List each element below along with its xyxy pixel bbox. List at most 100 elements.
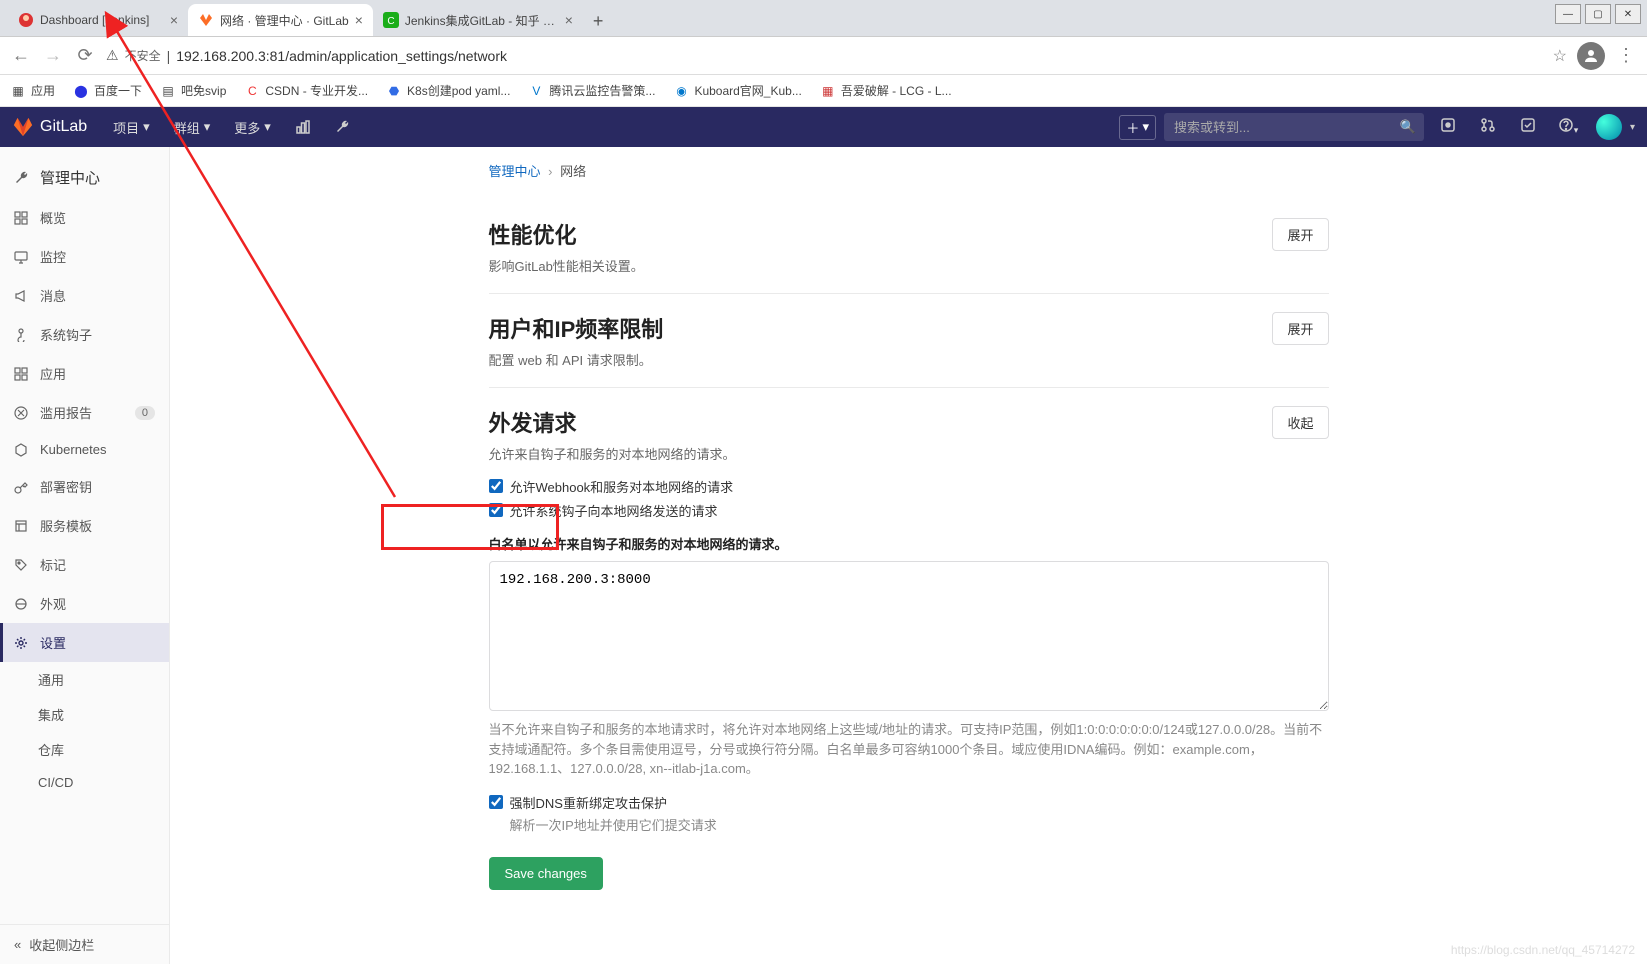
chevron-down-icon[interactable]: ▾	[1630, 122, 1635, 133]
help-icon[interactable]: ▾	[1552, 117, 1584, 137]
collapse-sidebar-button[interactable]: « 收起侧边栏	[0, 924, 169, 964]
reload-button[interactable]: ⟳	[74, 45, 96, 66]
settings-sub-cicd[interactable]: CI/CD	[0, 767, 169, 798]
chevron-down-icon: ▾	[264, 119, 271, 135]
issues-icon[interactable]	[1432, 117, 1464, 137]
svg-text:C: C	[387, 16, 394, 27]
gitlab-topbar: GitLab 项目▾ 群组▾ 更多▾ ＋▾ 🔍 ▾ ▾	[0, 107, 1647, 147]
new-tab-button[interactable]: +	[583, 7, 614, 36]
address-bar: ← → ⟳ ⚠ 不安全 | 192.168.200.3:81/admin/app…	[0, 37, 1647, 75]
template-icon	[14, 519, 30, 533]
expand-button[interactable]: 展开	[1272, 312, 1328, 345]
todos-icon[interactable]	[1512, 117, 1544, 137]
merge-requests-icon[interactable]	[1472, 117, 1504, 137]
gitlab-logo[interactable]: GitLab	[12, 116, 87, 138]
bookmark-baidu[interactable]: ⬤百度一下	[73, 82, 142, 99]
settings-sub-integrations[interactable]: 集成	[0, 697, 169, 732]
tab-strip: Dashboard [Jenkins] × 网络 · 管理中心 · GitLab…	[0, 0, 1647, 36]
forward-button[interactable]: →	[42, 45, 64, 66]
browser-tab-jenkins[interactable]: Dashboard [Jenkins] ×	[8, 4, 188, 36]
apps-icon	[14, 367, 30, 381]
maximize-icon[interactable]: ▢	[1585, 4, 1611, 24]
bookmark-csdn[interactable]: CCSDN - 专业开发...	[244, 82, 368, 99]
sidebar-item-overview[interactable]: 概览	[0, 198, 169, 237]
dns-rebind-checkbox[interactable]	[489, 795, 503, 809]
bookmark-svip[interactable]: ▤吧免svip	[160, 82, 226, 99]
kebab-menu-icon[interactable]: ⋮	[1615, 45, 1637, 66]
section-performance: 性能优化 影响GitLab性能相关设置。 展开	[489, 200, 1329, 294]
sidebar-item-messages[interactable]: 消息	[0, 276, 169, 315]
url-separator: |	[167, 48, 171, 64]
sidebar-item-abuse[interactable]: 滥用报告0	[0, 393, 169, 432]
allow-webhook-checkbox-row[interactable]: 允许Webhook和服务对本地网络的请求	[489, 477, 1329, 496]
insecure-label: 不安全	[125, 47, 161, 64]
url-box[interactable]: ⚠ 不安全 | 192.168.200.3:81/admin/applicati…	[106, 47, 1543, 64]
collapse-icon: «	[14, 937, 21, 952]
bookmark-star-icon[interactable]: ☆	[1553, 46, 1567, 66]
tab-title: Dashboard [Jenkins]	[40, 13, 164, 27]
browser-tab-zhihu[interactable]: C Jenkins集成GitLab - 知乎 - osc ×	[373, 4, 583, 36]
new-dropdown-button[interactable]: ＋▾	[1119, 115, 1156, 140]
browser-tab-gitlab[interactable]: 网络 · 管理中心 · GitLab ×	[188, 4, 373, 36]
back-button[interactable]: ←	[10, 45, 32, 66]
sidebar-item-settings[interactable]: 设置	[0, 623, 169, 662]
dns-rebind-checkbox-row[interactable]: 强制DNS重新绑定攻击保护 解析一次IP地址并使用它们提交请求	[489, 793, 1329, 834]
pojie-icon: ▦	[820, 83, 836, 99]
section-title: 用户和IP频率限制	[489, 312, 664, 344]
global-search-input[interactable]	[1164, 113, 1424, 141]
nav-more[interactable]: 更多▾	[224, 112, 281, 143]
sidebar-item-appearance[interactable]: 外观	[0, 584, 169, 623]
sidebar-item-apps[interactable]: 应用	[0, 354, 169, 393]
sidebar-item-labels[interactable]: 标记	[0, 545, 169, 584]
user-avatar[interactable]	[1596, 114, 1622, 140]
nav-wrench-icon[interactable]	[325, 112, 361, 143]
jenkins-favicon-icon	[18, 12, 34, 28]
collapse-button[interactable]: 收起	[1272, 406, 1328, 439]
insecure-warning-icon: ⚠	[106, 47, 119, 64]
sidebar-item-templates[interactable]: 服务模板	[0, 506, 169, 545]
save-changes-button[interactable]: Save changes	[489, 857, 603, 890]
wrench-icon	[14, 170, 30, 186]
flag-icon	[14, 406, 30, 420]
nav-groups[interactable]: 群组▾	[164, 112, 221, 143]
url-text: 192.168.200.3:81/admin/application_setti…	[176, 48, 507, 64]
zhihu-favicon-icon: C	[383, 12, 399, 28]
tab-close-icon[interactable]: ×	[565, 12, 573, 28]
plus-icon: ＋	[1126, 118, 1139, 137]
settings-sub-general[interactable]: 通用	[0, 662, 169, 697]
expand-button[interactable]: 展开	[1272, 218, 1328, 251]
sidebar-item-hooks[interactable]: 系统钩子	[0, 315, 169, 354]
allow-syshook-checkbox-row[interactable]: 允许系统钩子向本地网络发送的请求	[489, 501, 1329, 520]
sidebar-item-deploy-keys[interactable]: 部署密钥	[0, 467, 169, 506]
baidu-icon: ⬤	[73, 83, 89, 99]
apps-grid-icon: ▦	[10, 83, 26, 99]
sidebar-item-monitoring[interactable]: 监控	[0, 237, 169, 276]
apps-shortcut[interactable]: ▦应用	[10, 82, 55, 99]
bookmark-kuboard[interactable]: ◉Kuboard官网_Kub...	[673, 82, 801, 99]
sidebar-item-kubernetes[interactable]: Kubernetes	[0, 432, 169, 467]
chevron-down-icon: ▾	[204, 119, 211, 135]
section-outbound: 外发请求 允许来自钩子和服务的对本地网络的请求。 收起 允许Webhook和服务…	[489, 388, 1329, 908]
page-icon: ▤	[160, 83, 176, 99]
bookmarks-bar: ▦应用 ⬤百度一下 ▤吧免svip CCSDN - 专业开发... ⬣K8s创建…	[0, 75, 1647, 107]
nav-projects[interactable]: 项目▾	[103, 112, 160, 143]
breadcrumb: 管理中心 › 网络	[489, 161, 1329, 180]
tab-close-icon[interactable]: ×	[355, 12, 363, 28]
whitelist-textarea[interactable]	[489, 561, 1329, 711]
tab-close-icon[interactable]: ×	[170, 12, 178, 28]
tab-title: Jenkins集成GitLab - 知乎 - osc	[405, 12, 559, 29]
settings-sub-repository[interactable]: 仓库	[0, 732, 169, 767]
csdn-icon: C	[244, 83, 260, 99]
bookmark-tencent[interactable]: V腾讯云监控告警策...	[528, 82, 655, 99]
nav-activity-icon[interactable]	[285, 112, 321, 143]
allow-syshook-checkbox[interactable]	[489, 503, 503, 517]
bookmark-k8s[interactable]: ⬣K8s创建pod yaml...	[386, 82, 510, 99]
section-desc: 影响GitLab性能相关设置。	[489, 256, 644, 275]
chevron-down-icon: ▾	[1142, 119, 1149, 135]
allow-webhook-checkbox[interactable]	[489, 479, 503, 493]
minimize-icon[interactable]: —	[1555, 4, 1581, 24]
profile-avatar-icon[interactable]	[1577, 42, 1605, 70]
close-icon[interactable]: ✕	[1615, 4, 1641, 24]
breadcrumb-root[interactable]: 管理中心	[489, 164, 541, 179]
bookmark-52pojie[interactable]: ▦吾爱破解 - LCG - L...	[820, 82, 952, 99]
